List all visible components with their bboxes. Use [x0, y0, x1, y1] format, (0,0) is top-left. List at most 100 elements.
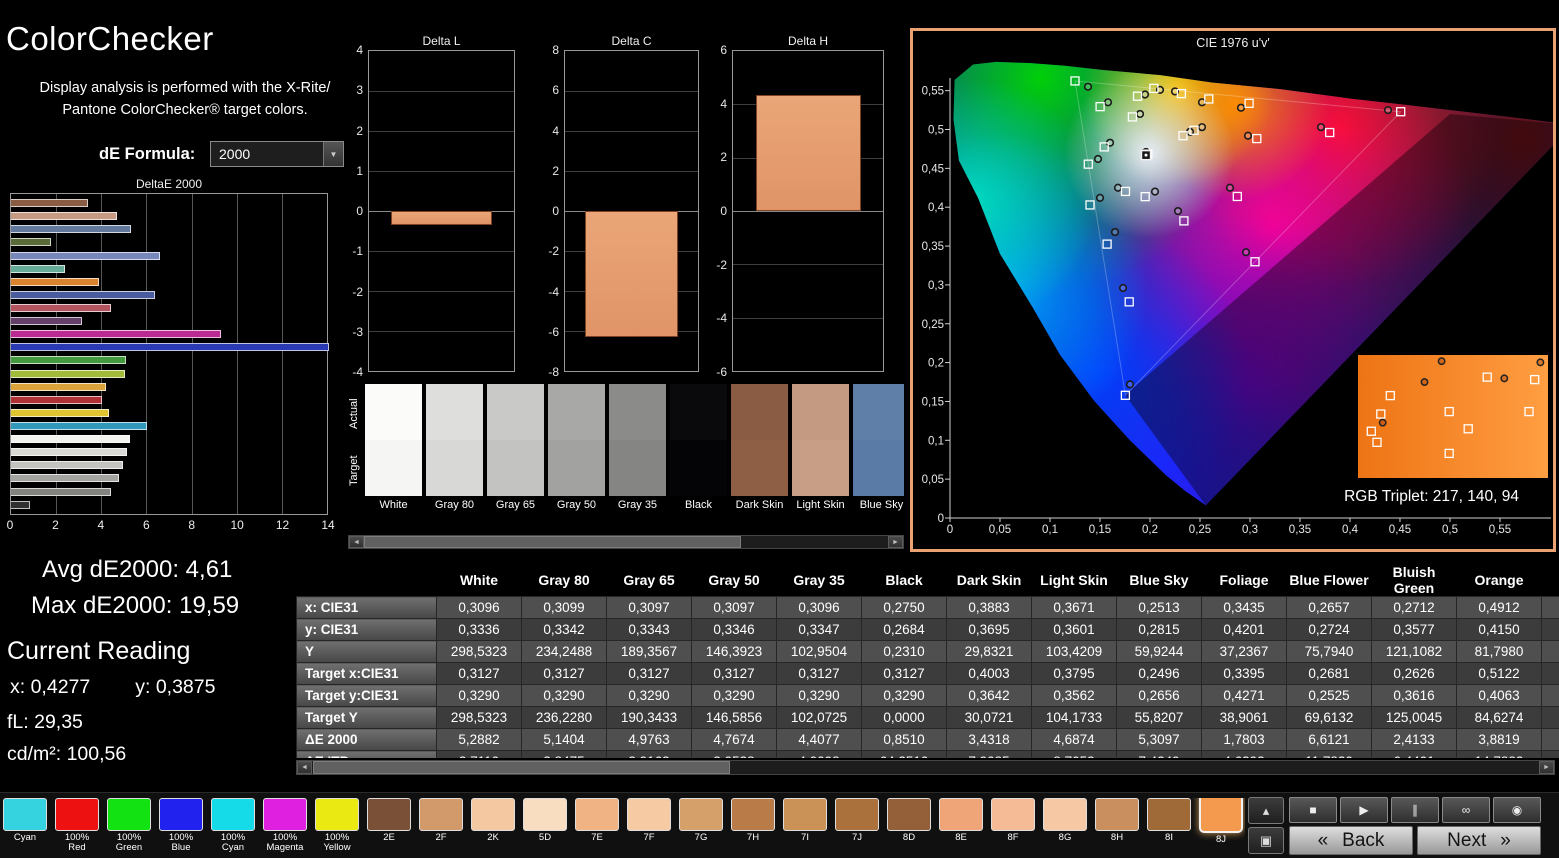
- x-tick-label: 8: [188, 518, 195, 532]
- table-scrollbar[interactable]: ◄ ►: [296, 760, 1555, 775]
- pattern-window-button[interactable]: ▣: [1248, 827, 1284, 854]
- y-tick-label: -4: [548, 285, 559, 299]
- table-cell: 14,7882: [1457, 751, 1542, 759]
- svg-text:0,4: 0,4: [1342, 524, 1359, 536]
- table-col-header: Light Skin: [1032, 564, 1117, 597]
- table-cell: 0,8510: [862, 729, 947, 751]
- table-cell: 0,3290: [862, 685, 947, 707]
- delta-bar: [391, 211, 493, 225]
- measurement-point: [1238, 104, 1245, 111]
- table-col-header: Foliage: [1202, 564, 1287, 597]
- table-cell: 0,3883: [947, 597, 1032, 619]
- svg-text:0,4: 0,4: [928, 202, 945, 214]
- patch-label: 8G: [1043, 833, 1087, 843]
- continuous-icon[interactable]: ∞: [1442, 797, 1490, 823]
- swatch-label: Gray 80: [426, 499, 483, 511]
- de-formula-select[interactable]: 2000 ▼: [210, 141, 344, 167]
- table-cell: 0,19: [1542, 663, 1559, 685]
- pattern-patch-8e[interactable]: 8E: [939, 798, 983, 854]
- table-row: x: CIE310,30960,30990,30970,30970,30960,…: [297, 597, 1559, 619]
- colorchecker-swatch: Gray 65: [487, 384, 544, 511]
- stop-icon[interactable]: ■: [1289, 797, 1337, 823]
- svg-text:0,5: 0,5: [1442, 524, 1458, 536]
- scroll-thumb[interactable]: [364, 536, 741, 548]
- svg-text:0,3: 0,3: [1242, 524, 1258, 536]
- pattern-patch-7j[interactable]: 7J: [835, 798, 879, 854]
- table-cell: 0,192: [1542, 685, 1559, 707]
- pattern-patch-cyan[interactable]: Cyan: [3, 798, 47, 854]
- de-bar-row: [11, 409, 327, 417]
- y-tick-label: -6: [548, 325, 559, 339]
- cie-title: CIE 1976 u'v': [913, 36, 1553, 50]
- de-bar-row: [11, 370, 327, 378]
- de-bar-row: [11, 199, 327, 207]
- next-button[interactable]: Next »: [1417, 826, 1541, 855]
- actual-row-label: Actual: [348, 386, 360, 442]
- measurement-point: [1115, 184, 1122, 191]
- results-table: WhiteGray 80Gray 65Gray 50Gray 35BlackDa…: [296, 564, 1559, 758]
- measurement-point: [1175, 208, 1182, 215]
- pattern-patch-7i[interactable]: 7I: [783, 798, 827, 854]
- pattern-patch-100-cyan[interactable]: 100% Cyan: [211, 798, 255, 854]
- delta-c-plot: [564, 50, 699, 372]
- next-arrow-icon: »: [1500, 830, 1511, 852]
- back-button[interactable]: « Back: [1289, 826, 1413, 855]
- scroll-track[interactable]: [364, 536, 888, 548]
- pattern-patch-100-yellow[interactable]: 100% Yellow: [315, 798, 359, 854]
- patch-label: Cyan: [3, 833, 47, 843]
- svg-text:0: 0: [938, 513, 944, 525]
- y-tick-label: 2: [356, 124, 363, 138]
- table-cell: 0,3290: [692, 685, 777, 707]
- pattern-patch-8g[interactable]: 8G: [1043, 798, 1087, 854]
- delta-h-ticks: 6420-2-4-6: [700, 50, 732, 372]
- pattern-patch-5d[interactable]: 5D: [523, 798, 567, 854]
- scroll-left-icon[interactable]: ◄: [349, 536, 364, 548]
- pattern-patch-100-red[interactable]: 100% Red: [55, 798, 99, 854]
- pattern-patch-100-green[interactable]: 100% Green: [107, 798, 151, 854]
- measure-icon[interactable]: ◉: [1493, 797, 1541, 823]
- pattern-patch-7f[interactable]: 7F: [627, 798, 671, 854]
- scroll-left-icon[interactable]: ◄: [297, 761, 312, 774]
- table-cell: 0,3097: [692, 597, 777, 619]
- svg-text:0,25: 0,25: [1189, 524, 1211, 536]
- table-cell: 0,3096: [437, 597, 522, 619]
- pattern-patch-100-magenta[interactable]: 100% Magenta: [263, 798, 307, 854]
- swatch-label: Gray 50: [548, 499, 605, 511]
- pattern-patch-8i[interactable]: 8I: [1147, 798, 1191, 854]
- y-tick-label: -8: [548, 365, 559, 379]
- avg-de2000: Avg dE2000: 4,61: [42, 556, 232, 584]
- table-cell: 3,8819: [1457, 729, 1542, 751]
- measurement-point: [1097, 195, 1104, 202]
- pattern-patch-8j[interactable]: 8J: [1199, 798, 1243, 854]
- pattern-patch-8f[interactable]: 8F: [991, 798, 1035, 854]
- table-cell: 189,3567: [607, 641, 692, 663]
- scroll-right-icon[interactable]: ►: [1539, 761, 1554, 774]
- pause-icon[interactable]: ∥: [1391, 797, 1439, 823]
- table-cell: 0,3601: [1032, 619, 1117, 641]
- pattern-patch-2f[interactable]: 2F: [419, 798, 463, 854]
- de-bar-row: [11, 383, 327, 391]
- table-cell: 0,3127: [437, 663, 522, 685]
- swatch-scrollbar[interactable]: ◄ ►: [348, 535, 904, 549]
- colorchecker-swatch: Gray 35: [609, 384, 666, 511]
- pattern-patch-2e[interactable]: 2E: [367, 798, 411, 854]
- pattern-settings-button[interactable]: ▴: [1248, 797, 1284, 824]
- scroll-right-icon[interactable]: ►: [888, 536, 903, 548]
- pattern-patch-7g[interactable]: 7G: [679, 798, 723, 854]
- patch-label: 2F: [419, 833, 463, 843]
- pattern-patch-8h[interactable]: 8H: [1095, 798, 1139, 854]
- table-cell: 37,2367: [1202, 641, 1287, 663]
- table-cell: 3,9538: [692, 751, 777, 759]
- pattern-patch-7h[interactable]: 7H: [731, 798, 775, 854]
- pattern-patch-8d[interactable]: 8D: [887, 798, 931, 854]
- scroll-track[interactable]: [312, 761, 1539, 774]
- measurement-point: [1243, 249, 1250, 256]
- pattern-patch-2k[interactable]: 2K: [471, 798, 515, 854]
- table-cell: 0,2657: [1287, 597, 1372, 619]
- play-icon[interactable]: ▶: [1340, 797, 1388, 823]
- table-cell: 69,6132: [1287, 707, 1372, 729]
- scroll-thumb[interactable]: [313, 761, 730, 774]
- swatch-label: Blue Sky: [853, 499, 904, 511]
- pattern-patch-100-blue[interactable]: 100% Blue: [159, 798, 203, 854]
- pattern-patch-7e[interactable]: 7E: [575, 798, 619, 854]
